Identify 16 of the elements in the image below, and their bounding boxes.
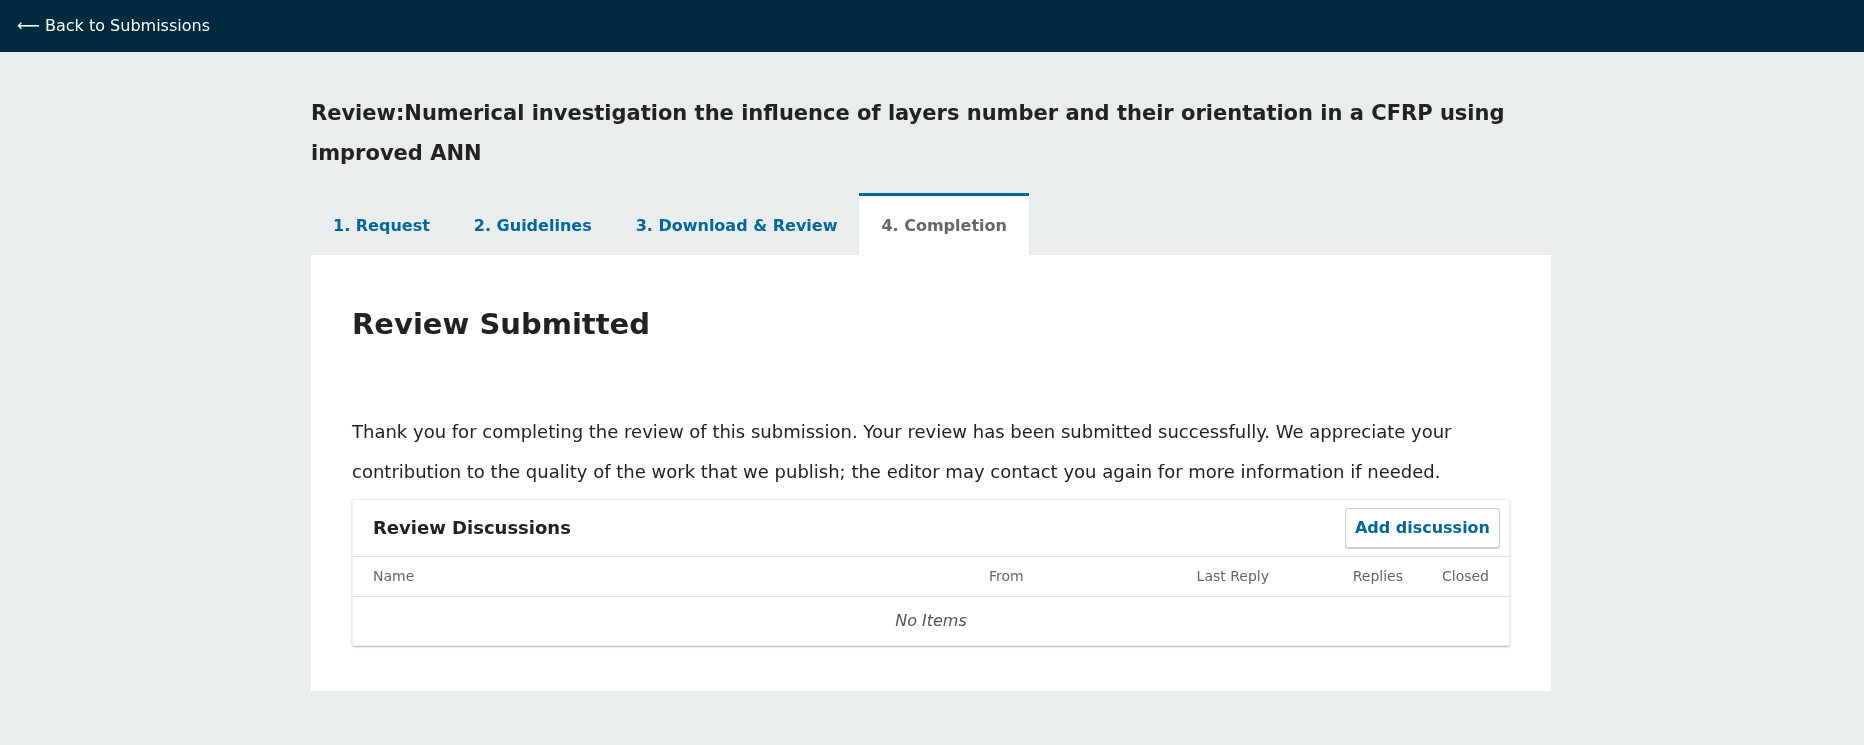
- column-header: Replies: [1351, 566, 1403, 586]
- column-header: From: [989, 566, 1025, 586]
- page-title: Review:Numerical investigation the influence of layers number and their orientation in a CFRP using improved ANN: [311, 100, 1506, 167]
- column-header: Name: [373, 566, 416, 586]
- tab[interactable]: 2. Guidelines: [451, 193, 614, 255]
- confirmation-message: Thank you for completing the review of this submission. Your review has been submitted successfully. We appreciate your contribution to the quality of the work that we publish; the editor may contact you again for more information if needed.: [352, 419, 1453, 484]
- column-header: Last Reply: [1195, 566, 1269, 586]
- tab[interactable]: 3. Download & Review: [613, 193, 860, 255]
- discussions-title: Review Discussions: [373, 516, 571, 541]
- empty-message: No Items: [894, 609, 968, 632]
- back-link[interactable]: ⟵ Back to Submissions: [17, 14, 210, 38]
- tab[interactable]: 4. Completion: [859, 193, 1029, 255]
- section-heading: Review Submitted: [352, 307, 651, 342]
- column-header: Closed: [1440, 566, 1489, 586]
- add-discussion-button[interactable]: Add discussion: [1344, 507, 1500, 548]
- tab[interactable]: 1. Request: [311, 193, 452, 255]
